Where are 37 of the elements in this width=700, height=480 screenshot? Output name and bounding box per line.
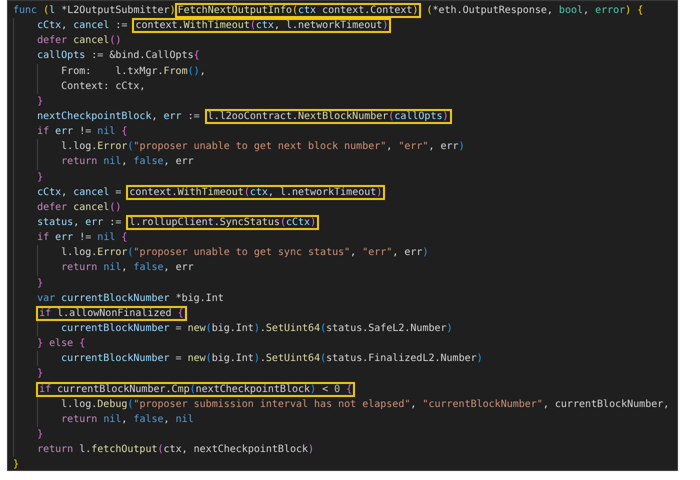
- code-line: }: [37, 368, 44, 380]
- code-line: }: [37, 96, 44, 107]
- highlighted-code: FetchNextOutputInfo(ctx context.Context): [174, 3, 422, 18]
- code-line: }: [37, 278, 44, 289]
- code-text: cCtx, cancel =: [37, 186, 122, 198]
- code-line: }: [37, 428, 44, 440]
- code-line: defer cancel(): [37, 202, 122, 213]
- code-line: if err != nil {: [37, 232, 128, 244]
- code-line: Context: cCtx,: [61, 80, 146, 92]
- code-line: return l.fetchOutput(ctx, nextCheckpointBlock): [37, 444, 314, 456]
- code-line: } else {: [37, 338, 86, 350]
- code-line: defer cancel(): [37, 35, 122, 46]
- code-line: return nil, false, err: [61, 156, 194, 168]
- highlighted-code: if l.allowNonFinalized {: [36, 306, 187, 321]
- code-line: currentBlockNumber = new(big.Int).SetUint64(status.SafeL2.Number): [61, 322, 453, 334]
- code-line: return nil, false, err: [61, 262, 194, 274]
- code-line: l.log.Error("proposer unable to get next block number", "err", err): [61, 141, 465, 152]
- code-line: currentBlockNumber = new(big.Int).SetUint64(status.FinalizedL2.Number): [61, 353, 483, 364]
- highlighted-code: context.WithTimeout(ctx, l.networkTimeout): [126, 184, 386, 200]
- code-line: return nil, false, nil: [61, 414, 194, 425]
- highlighted-code: context.WithTimeout(ctx, l.networkTimeout): [132, 18, 392, 34]
- code-line: From: l.txMgr.From(),: [61, 66, 206, 77]
- code-line: }: [37, 172, 44, 183]
- code-text: (*eth.OutputResponse, bool, error) {: [425, 5, 644, 16]
- code-text: nextCheckpointBlock, err :=: [37, 110, 201, 122]
- highlighted-code: if currentBlockNumber.Cmp(nextCheckpointBlock) < 0 {: [36, 382, 356, 397]
- code-line: var currentBlockNumber *big.Int: [37, 292, 224, 304]
- code-line: callOpts := &bind.CallOpts{: [37, 50, 200, 62]
- code-line: l.log.Debug("proposer submission interval has not elapsed", "currentBlockNumber", currentBlockNumber,: [61, 398, 670, 410]
- code-line: if err != nil {: [37, 126, 128, 138]
- code-text: status, err :=: [37, 216, 122, 228]
- highlighted-code: l.l2ooContract.NextBlockNumber(callOpts): [204, 108, 452, 124]
- code-line: l.log.Error("proposer unable to get sync status", "err", err): [61, 247, 428, 258]
- code-text: cCtx, cancel :=: [37, 20, 128, 32]
- code-line: }: [13, 459, 20, 470]
- highlighted-code: l.rollupClient.SyncStatus(cCtx): [126, 214, 320, 230]
- code-text: func (l *L2OutputSubmitter): [13, 5, 176, 16]
